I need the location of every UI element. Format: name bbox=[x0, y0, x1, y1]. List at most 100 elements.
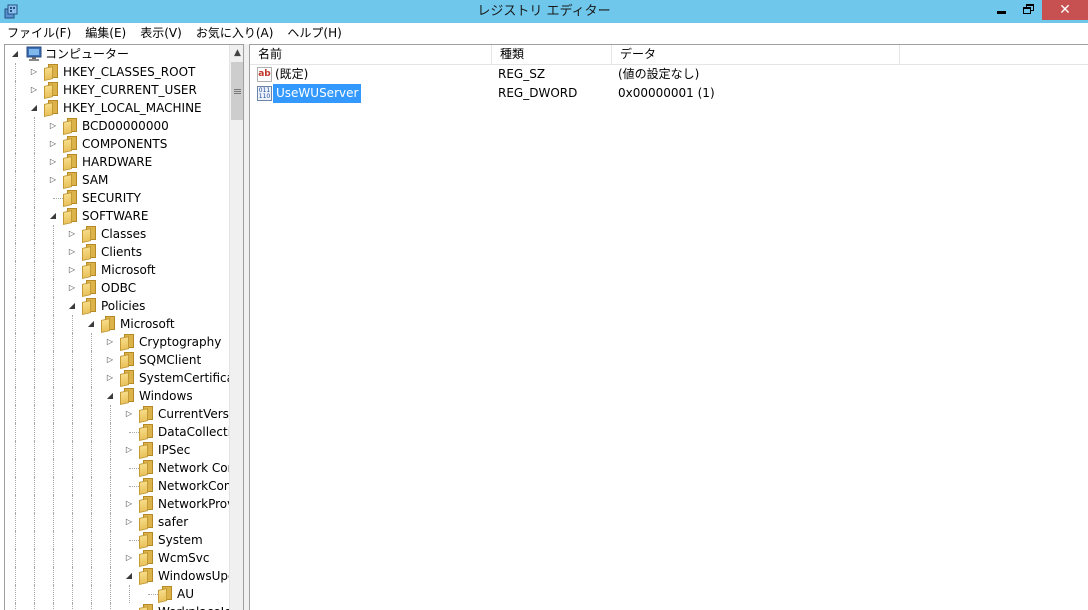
tree-item[interactable]: SECURITY bbox=[5, 189, 229, 207]
scroll-up-arrow-icon[interactable]: ▲ bbox=[230, 45, 243, 62]
tree-item[interactable]: ◢ Policies bbox=[5, 297, 229, 315]
tree-guide-line bbox=[91, 513, 92, 531]
tree-guide-line bbox=[72, 585, 73, 603]
menu-help[interactable]: ヘルプ(H) bbox=[280, 23, 348, 43]
collapsed-arrow-icon[interactable]: ▷ bbox=[30, 85, 38, 95]
tree-item[interactable]: ◢WindowsUpdate bbox=[5, 567, 243, 585]
collapsed-arrow-icon[interactable]: ▷ bbox=[68, 283, 76, 293]
value-type: REG_SZ bbox=[498, 67, 546, 81]
tree-item[interactable]: WorkplaceJoin bbox=[5, 603, 243, 610]
expanded-arrow-icon[interactable]: ◢ bbox=[68, 301, 76, 311]
expanded-arrow-icon[interactable]: ◢ bbox=[87, 319, 95, 329]
tree-item[interactable]: ◢ HKEY_LOCAL_MACHINE bbox=[5, 99, 229, 117]
tree-guide-line bbox=[34, 405, 35, 423]
collapsed-arrow-icon[interactable]: ▷ bbox=[49, 139, 57, 149]
minimize-button[interactable] bbox=[988, 0, 1015, 20]
collapsed-arrow-icon[interactable]: ▷ bbox=[106, 355, 114, 365]
collapsed-arrow-icon[interactable]: ▷ bbox=[68, 229, 76, 239]
tree-item[interactable]: ▷ BCD00000000 bbox=[5, 117, 229, 135]
menu-file[interactable]: ファイル(F) bbox=[0, 23, 78, 43]
tree-item[interactable]: DataCollection bbox=[5, 423, 243, 441]
tree-item[interactable]: ◢ Windows bbox=[5, 387, 229, 405]
expanded-arrow-icon[interactable]: ◢ bbox=[30, 103, 38, 113]
collapsed-arrow-icon[interactable]: ▷ bbox=[30, 67, 38, 77]
collapsed-arrow-icon[interactable]: ▷ bbox=[125, 445, 133, 455]
values-list[interactable]: 名前 種類 データ ab (既定) REG_SZ (値の設定なし) 011 11… bbox=[249, 44, 1088, 610]
collapsed-arrow-icon[interactable]: ▷ bbox=[125, 409, 133, 419]
expanded-arrow-icon[interactable]: ◢ bbox=[11, 49, 19, 59]
tree-guide-line bbox=[34, 567, 35, 585]
tree-item[interactable]: ▷ safer bbox=[5, 513, 229, 531]
tree-item-computer[interactable]: ◢ コンピューター bbox=[5, 45, 229, 63]
tree-item[interactable]: ▷ SQMClient bbox=[5, 351, 229, 369]
tree-item[interactable]: ◢ Microsoft bbox=[5, 315, 229, 333]
column-header-type[interactable]: 種類 bbox=[492, 45, 612, 64]
collapsed-arrow-icon[interactable]: ▷ bbox=[106, 373, 114, 383]
tree-item[interactable]: ▷NetworkProvider bbox=[5, 495, 243, 513]
scroll-thumb[interactable] bbox=[231, 62, 243, 120]
tree-guide-line bbox=[110, 495, 111, 513]
tree-item-label: IPSec bbox=[158, 443, 191, 457]
tree-guide-line bbox=[110, 549, 111, 567]
collapsed-arrow-icon[interactable]: ▷ bbox=[68, 247, 76, 257]
folder-icon-front bbox=[101, 318, 110, 333]
tree-item[interactable]: ▷ HARDWARE bbox=[5, 153, 229, 171]
tree-item[interactable]: ▷ COMPONENTS bbox=[5, 135, 229, 153]
tree-item[interactable]: ▷ Clients bbox=[5, 243, 229, 261]
column-header-data[interactable]: データ bbox=[612, 45, 900, 64]
folder-icon-front bbox=[82, 264, 91, 279]
folder-icon-front bbox=[139, 462, 148, 477]
tree-item-label: Clients bbox=[101, 245, 142, 259]
close-button[interactable]: ✕ bbox=[1042, 0, 1088, 20]
collapsed-arrow-icon[interactable]: ▷ bbox=[125, 553, 133, 563]
collapsed-arrow-icon[interactable]: ▷ bbox=[49, 175, 57, 185]
title-bar[interactable]: レジストリ エディター ✕ bbox=[0, 0, 1088, 23]
tree-item[interactable]: AU bbox=[5, 585, 229, 603]
collapsed-arrow-icon[interactable]: ▷ bbox=[49, 157, 57, 167]
column-header-name[interactable]: 名前 bbox=[250, 45, 492, 64]
tree-guide-line bbox=[34, 549, 35, 567]
tree-guide-line bbox=[91, 549, 92, 567]
tree-item[interactable]: ▷ Cryptography bbox=[5, 333, 229, 351]
tree-item[interactable]: ▷ SystemCertificates bbox=[5, 369, 243, 387]
collapsed-arrow-icon[interactable]: ▷ bbox=[68, 265, 76, 275]
tree-item-label: HARDWARE bbox=[82, 155, 153, 169]
expanded-arrow-icon[interactable]: ◢ bbox=[49, 211, 57, 221]
collapsed-arrow-icon[interactable]: ▷ bbox=[49, 121, 57, 131]
folder-icon bbox=[82, 226, 98, 243]
tree-item[interactable]: ▷ HKEY_CURRENT_USER bbox=[5, 81, 229, 99]
tree-item[interactable]: NetworkConnectivityStatusIndicator bbox=[5, 477, 243, 495]
tree-item[interactable]: ▷ ODBC bbox=[5, 279, 229, 297]
menu-edit[interactable]: 編集(E) bbox=[78, 23, 133, 43]
tree-item[interactable]: ▷ SAM bbox=[5, 171, 229, 189]
window-title: レジストリ エディター bbox=[477, 4, 611, 19]
collapsed-arrow-icon[interactable]: ▷ bbox=[125, 499, 133, 509]
tree-item[interactable]: ▷ Microsoft bbox=[5, 261, 229, 279]
expanded-arrow-icon[interactable]: ◢ bbox=[106, 391, 114, 401]
menu-favorites[interactable]: お気に入り(A) bbox=[189, 23, 281, 43]
restore-button[interactable] bbox=[1015, 0, 1042, 20]
registry-tree[interactable]: ◢ コンピューター ▷ HKEY_CLASSES_ROOT ▷ HKEY_CURREN… bbox=[4, 44, 244, 610]
tree-item[interactable]: ▷ WcmSvc bbox=[5, 549, 229, 567]
collapsed-arrow-icon[interactable]: ▷ bbox=[125, 517, 133, 527]
tree-guide-line bbox=[72, 459, 73, 477]
tree-vertical-scrollbar[interactable]: ▲ bbox=[229, 45, 243, 610]
collapsed-arrow-icon[interactable]: ▷ bbox=[106, 337, 114, 347]
tree-guide-line bbox=[110, 459, 111, 477]
tree-item[interactable]: ▷ CurrentVersion bbox=[5, 405, 243, 423]
tree-guide-line bbox=[129, 585, 130, 603]
tree-item[interactable]: Network Connections bbox=[5, 459, 243, 477]
tree-item[interactable]: System bbox=[5, 531, 229, 549]
tree-item[interactable]: ▷ IPSec bbox=[5, 441, 229, 459]
tree-item[interactable]: ◢ SOFTWARE bbox=[5, 207, 229, 225]
table-row[interactable]: 011 110 UseWUServer REG_DWORD 0x00000001… bbox=[250, 84, 1088, 103]
expanded-arrow-icon[interactable]: ◢ bbox=[125, 571, 133, 581]
tree-item[interactable]: ▷ Classes bbox=[5, 225, 229, 243]
menu-view[interactable]: 表示(V) bbox=[133, 23, 189, 43]
tree-guide-line bbox=[91, 351, 92, 369]
tree-guide-line bbox=[53, 225, 54, 243]
table-row[interactable]: ab (既定) REG_SZ (値の設定なし) bbox=[250, 65, 1088, 84]
tree-item[interactable]: ▷ HKEY_CLASSES_ROOT bbox=[5, 63, 229, 81]
tree-guide-line bbox=[34, 603, 35, 610]
value-name-selected[interactable]: UseWUServer bbox=[273, 84, 362, 103]
